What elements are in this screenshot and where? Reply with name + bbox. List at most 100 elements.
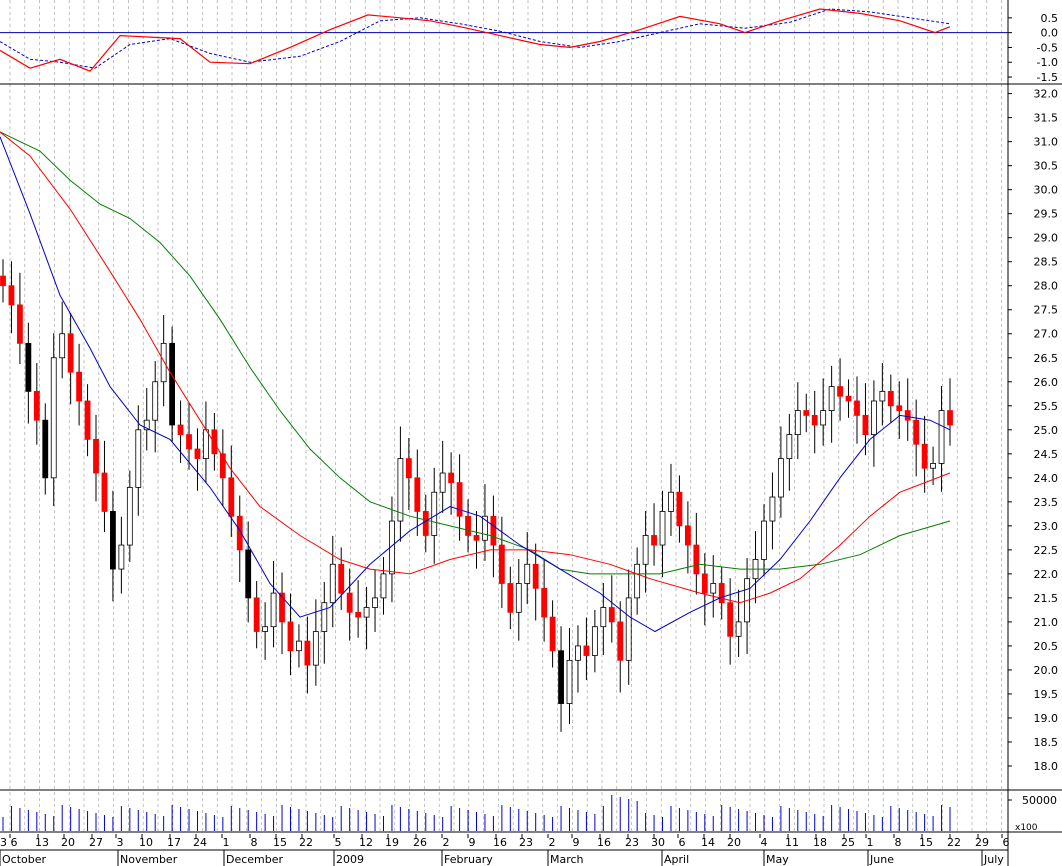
- candle: [253, 581, 260, 649]
- month-label: October: [2, 853, 46, 866]
- candle: [279, 572, 285, 655]
- candle: [482, 484, 488, 561]
- candle: [642, 510, 649, 593]
- candle: [566, 628, 573, 725]
- candle: [473, 510, 480, 569]
- day-label: 8: [251, 836, 258, 849]
- candle: [67, 313, 74, 405]
- candle: [346, 568, 353, 641]
- day-label: 25: [841, 836, 855, 849]
- volume-tick-label: 50000: [1022, 794, 1057, 807]
- oscillator-panel: 0.5 0.0-0.5 -1.0 -1.5: [0, 8, 1059, 84]
- price-tick-label: 31.0: [1034, 136, 1059, 149]
- candle: [50, 333, 57, 507]
- candle: [735, 589, 742, 657]
- day-label: 4: [761, 836, 768, 849]
- day-label: 22: [299, 836, 313, 849]
- volume-panel: 50000 x100: [2, 794, 1057, 833]
- day-label: 30: [651, 836, 665, 849]
- day-label: 3: [0, 836, 7, 849]
- candle: [143, 388, 150, 451]
- candle: [887, 374, 894, 423]
- candle: [507, 566, 514, 630]
- price-tick-label: 28.0: [1034, 280, 1059, 293]
- day-label: 22: [947, 836, 961, 849]
- price-tick-label: 29.0: [1034, 232, 1059, 245]
- price-tick-label: 22.0: [1034, 568, 1059, 581]
- candle: [84, 384, 91, 457]
- candle: [752, 531, 759, 604]
- price-tick-label: 23.0: [1034, 520, 1059, 533]
- volume-bars: [2, 795, 1012, 831]
- candle: [558, 626, 564, 732]
- price-tick-label: 21.0: [1034, 616, 1059, 629]
- candle: [245, 521, 252, 623]
- price-tick-label: 20.5: [1034, 640, 1059, 653]
- candle: [101, 440, 108, 533]
- candle: [913, 399, 920, 477]
- candle: [110, 490, 116, 602]
- day-label: 26: [413, 836, 427, 849]
- candle: [684, 501, 691, 574]
- price-tick-label: 20.0: [1034, 664, 1059, 677]
- candle: [329, 535, 336, 628]
- candle: [794, 382, 801, 460]
- candle: [575, 625, 581, 693]
- price-tick-label: 22.5: [1034, 544, 1059, 557]
- oscillator-signal-line: [0, 8, 951, 69]
- price-tick-label: 26.5: [1034, 352, 1059, 365]
- candle: [659, 490, 666, 578]
- price-tick-label: 18.0: [1034, 760, 1059, 773]
- price-panel: 32.0 31.5 31.0 30.5 30.0 29.5 29.0 28.5 28.0 27.5…: [0, 88, 1058, 773]
- candle: [169, 326, 176, 442]
- day-label: 29: [975, 836, 989, 849]
- candle: [583, 617, 590, 681]
- candle: [668, 463, 674, 536]
- candle: [524, 532, 531, 605]
- candle: [608, 575, 615, 643]
- day-label: 1: [223, 836, 230, 849]
- candle: [0, 259, 6, 303]
- candle: [338, 547, 345, 610]
- candle: [135, 405, 142, 516]
- day-label: 17: [167, 836, 181, 849]
- day-label: 5: [335, 836, 342, 849]
- candle: [777, 426, 784, 518]
- price-tick-label: 19.0: [1034, 712, 1059, 725]
- candle: [355, 580, 362, 638]
- candle: [465, 499, 471, 553]
- candle: [397, 426, 404, 542]
- day-label: 13: [35, 836, 49, 849]
- candle: [228, 445, 235, 537]
- price-tick-label: 30.5: [1034, 160, 1059, 173]
- candle: [811, 390, 818, 454]
- month-label: June: [869, 853, 894, 866]
- oscillator-tick-label: -0.5: [1037, 41, 1058, 54]
- price-tick-label: 29.5: [1034, 208, 1059, 221]
- candle: [211, 412, 218, 471]
- day-label: 9: [469, 836, 476, 849]
- candle: [634, 547, 641, 615]
- day-label: 14: [701, 836, 715, 849]
- candle: [194, 428, 201, 491]
- month-label: March: [550, 853, 584, 866]
- candle: [439, 440, 446, 513]
- day-label: 2: [549, 836, 556, 849]
- candle: [786, 413, 793, 491]
- price-tick-label: 27.0: [1034, 328, 1059, 341]
- candle: [17, 272, 23, 364]
- price-tick-label: 18.5: [1034, 736, 1059, 749]
- day-label: 11: [785, 836, 799, 849]
- day-label: 6: [11, 836, 18, 849]
- candle: [380, 557, 387, 615]
- candle: [93, 414, 99, 502]
- candle: [33, 363, 40, 445]
- day-label: 20: [727, 836, 741, 849]
- candle: [676, 475, 683, 543]
- price-tick-label: 23.5: [1034, 496, 1059, 509]
- day-label: 6: [679, 836, 686, 849]
- oscillator-tick-label: 0.5: [1041, 12, 1059, 25]
- price-tick-label: 21.5: [1034, 592, 1059, 605]
- date-axis: 3 6 13 20 27 3 10 17 24 1 8 15 22 5 12 19 26 2 9 16 23 2 9 16 23…: [0, 834, 1010, 866]
- price-tick-label: 28.5: [1034, 256, 1059, 269]
